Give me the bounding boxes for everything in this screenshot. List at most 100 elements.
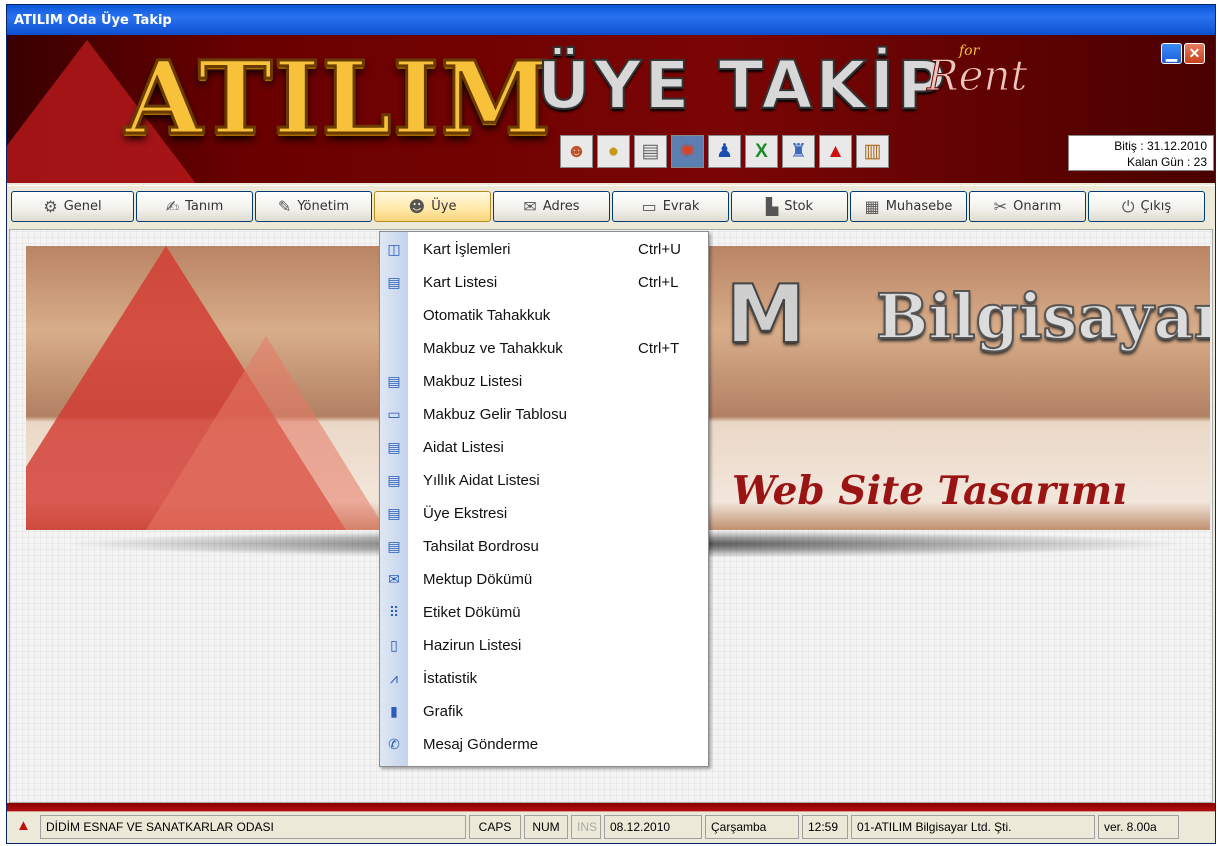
wallpaper-triangle-small xyxy=(146,336,386,530)
menu-item-label: Makbuz ve Tahakkuk xyxy=(423,340,563,357)
clipboard-icon: ▯ xyxy=(390,637,398,653)
wallpaper-tagline: Web Site Tasarımı xyxy=(732,468,1127,514)
calculator-icon: ▦ xyxy=(864,197,880,216)
app-title: ÜYE TAKİP xyxy=(536,46,949,125)
uye-dropdown-menu: ◫ Kart İşlemleri Ctrl+U ▤ Kart Listesi Ctrl+… xyxy=(379,231,709,767)
menu-item-kart-islemleri[interactable]: ◫ Kart İşlemleri Ctrl+U xyxy=(380,233,708,266)
menu-item-shortcut: Ctrl+L xyxy=(638,274,679,291)
power-icon: ⏻ xyxy=(1121,196,1135,216)
envelope-icon: ✉ xyxy=(523,197,537,216)
settings-icon[interactable]: ✺ xyxy=(671,135,704,168)
status-version: ver. 8.00a xyxy=(1098,815,1179,839)
label-grid-icon: ⠿ xyxy=(388,604,400,620)
menu-item-label: Aidat Listesi xyxy=(423,439,504,456)
menu-item-etiket-dokumu[interactable]: ⠿ Etiket Dökümü xyxy=(380,596,708,629)
menu-item-mektup-dokumu[interactable]: ✉ Mektup Dökümü xyxy=(380,563,708,596)
menu-item-tahsilat-bordrosu[interactable]: ▤ Tahsilat Bordrosu xyxy=(380,530,708,563)
menu-label: Çıkış xyxy=(1140,199,1172,214)
menu-evrak[interactable]: ▭ Evrak xyxy=(612,191,729,222)
coins-icon[interactable]: ● xyxy=(597,135,630,168)
printer-icon[interactable]: ▤ xyxy=(634,135,667,168)
menu-label: Yönetim xyxy=(297,199,350,214)
atilim-logo-icon[interactable]: ▲ xyxy=(819,135,852,168)
book-icon[interactable]: ▥ xyxy=(856,135,889,168)
menu-item-yillik-aidat-listesi[interactable]: ▤ Yıllık Aidat Listesi xyxy=(380,464,708,497)
menu-item-aidat-listesi[interactable]: ▤ Aidat Listesi xyxy=(380,431,708,464)
menu-item-istatistik[interactable]: ⩘ İstatistik xyxy=(380,662,708,695)
menu-label: Stok xyxy=(784,199,814,214)
menu-item-otomatik-tahakkuk[interactable]: Otomatik Tahakkuk xyxy=(380,299,708,332)
excel-icon[interactable]: X xyxy=(745,135,778,168)
menu-item-hazirun-listesi[interactable]: ▯ Hazirun Listesi xyxy=(380,629,708,662)
menu-label: Üye xyxy=(431,199,457,214)
window-titlebar[interactable]: ATILIM Oda Üye Takip xyxy=(7,5,1215,35)
list-report-icon: ▤ xyxy=(387,274,401,290)
menu-item-uye-ekstresi[interactable]: ▤ Üye Ekstresi xyxy=(380,497,708,530)
bar-chart-icon: ▮ xyxy=(390,703,398,719)
menu-item-label: Kart İşlemleri xyxy=(423,241,511,258)
app-window: ATILIM Oda Üye Takip ATILIM ÜYE TAKİP Re… xyxy=(6,4,1216,844)
status-ins: INS xyxy=(571,815,601,839)
close-button[interactable]: ✕ xyxy=(1184,43,1205,64)
list-report-icon: ▤ xyxy=(387,373,401,389)
days-remaining: Kalan Gün : 23 xyxy=(1126,155,1207,169)
table-icon: ▭ xyxy=(387,406,401,422)
menu-item-makbuz-listesi[interactable]: ▤ Makbuz Listesi xyxy=(380,365,708,398)
wallpaper-brand: Bilgisayar xyxy=(875,279,1210,354)
menu-item-label: Grafik xyxy=(423,703,464,720)
menu-item-label: Mesaj Gönderme xyxy=(423,736,539,753)
chart-line-icon: ⩘ xyxy=(390,670,398,686)
user-icon[interactable]: ♟ xyxy=(708,135,741,168)
menu-item-makbuz-gelir-tablosu[interactable]: ▭ Makbuz Gelir Tablosu xyxy=(380,398,708,431)
menu-yonetim[interactable]: ✎ Yönetim xyxy=(255,191,372,222)
atilim-logo-icon: ▲ xyxy=(16,817,31,834)
menu-item-makbuz-ve-tahakkuk[interactable]: Makbuz ve Tahakkuk Ctrl+T xyxy=(380,332,708,365)
menu-genel[interactable]: ⚙ Genel xyxy=(11,191,134,222)
tools-icon: ✂ xyxy=(993,197,1008,216)
factory-icon: ▙ xyxy=(765,197,779,216)
members-icon: ☻ xyxy=(408,197,426,216)
menu-item-label: İstatistik xyxy=(423,670,478,687)
list-report-icon: ▤ xyxy=(387,538,401,554)
status-day: Çarşamba xyxy=(705,815,799,839)
menu-item-label: Makbuz Listesi xyxy=(423,373,523,390)
list-report-icon: ▤ xyxy=(387,505,401,521)
envelope-icon: ✉ xyxy=(388,571,400,587)
menu-label: Onarım xyxy=(1013,199,1062,214)
minimize-button[interactable]: ▁ xyxy=(1161,43,1182,64)
menu-tanim[interactable]: ✍ Tanım xyxy=(136,191,253,222)
status-company: 01-ATILIM Bilgisayar Ltd. Şti. xyxy=(851,815,1095,839)
menu-item-label: Tahsilat Bordrosu xyxy=(423,538,539,555)
gear-icon: ⚙ xyxy=(43,197,58,216)
card-icon: ◫ xyxy=(387,241,401,257)
menu-muhasebe[interactable]: ▦ Muhasebe xyxy=(850,191,967,222)
menu-onarim[interactable]: ✂ Onarım xyxy=(969,191,1086,222)
menu-item-kart-listesi[interactable]: ▤ Kart Listesi Ctrl+L xyxy=(380,266,708,299)
menu-item-label: Hazirun Listesi xyxy=(423,637,522,654)
menu-item-mesaj-gonderme[interactable]: ✆ Mesaj Gönderme xyxy=(380,728,708,761)
satellite-icon: ✆ xyxy=(388,736,400,752)
workers-icon[interactable]: ♜ xyxy=(782,135,815,168)
menu-adres[interactable]: ✉ Adres xyxy=(493,191,610,222)
menu-item-label: Otomatik Tahakkuk xyxy=(423,307,551,324)
wallpaper-brand-prefix: M xyxy=(725,267,807,362)
status-bar: ▲ DİDİM ESNAF VE SANATKARLAR ODASI CAPS … xyxy=(7,803,1215,843)
menu-label: Adres xyxy=(542,199,580,214)
menu-label: Tanım xyxy=(185,199,224,214)
users-icon[interactable]: ☻ xyxy=(560,135,593,168)
menu-item-shortcut: Ctrl+U xyxy=(638,241,681,258)
menu-item-grafik[interactable]: ▮ Grafik xyxy=(380,695,708,728)
status-row: ▲ DİDİM ESNAF VE SANATKARLAR ODASI CAPS … xyxy=(11,815,1179,839)
menu-item-shortcut: Ctrl+T xyxy=(638,340,680,357)
list-report-icon: ▤ xyxy=(387,439,401,455)
window-controls: ▁ ✕ xyxy=(1161,43,1205,64)
status-date: 08.12.2010 xyxy=(604,815,702,839)
menu-cikis[interactable]: ⏻ Çıkış xyxy=(1088,191,1205,222)
header-banner: ATILIM ÜYE TAKİP Rent for ▁ ✕ ☻ ● ▤ ✺ ♟ … xyxy=(7,35,1215,183)
menu-stok[interactable]: ▙ Stok xyxy=(731,191,848,222)
menu-uye[interactable]: ☻ Üye xyxy=(374,191,491,222)
main-menu-bar: ⚙ Genel ✍ Tanım ✎ Yönetim ☻ Üye ✉ Adres ▭ Evra… xyxy=(7,185,1215,229)
menu-label: Genel xyxy=(63,199,102,214)
expiry-date: Bitiş : 31.12.2010 xyxy=(1114,139,1207,153)
handshake-icon: ✍ xyxy=(165,197,180,216)
